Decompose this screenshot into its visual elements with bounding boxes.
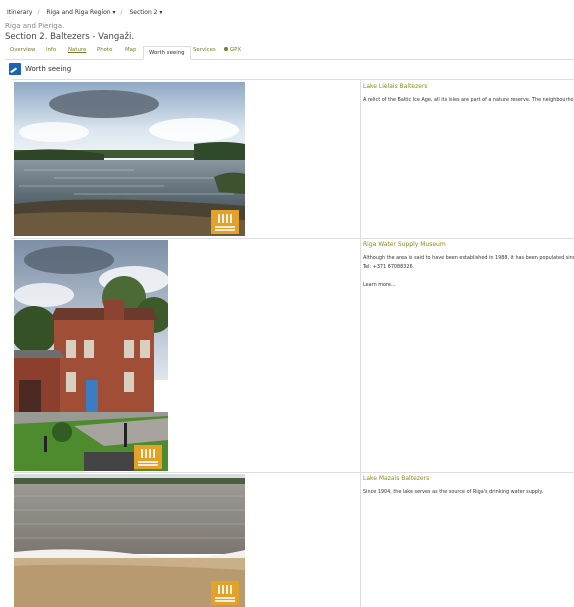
museum-image <box>14 240 168 471</box>
section-header: Worth seeing <box>9 63 574 77</box>
page-title: Section 2. Baltezers - Vangaži. <box>5 32 135 42</box>
lake-photo[interactable] <box>14 82 245 236</box>
brand-badge-icon <box>211 581 239 605</box>
breadcrumb-itinerary[interactable]: Itinerary <box>7 9 32 16</box>
page-subtitle: Riga and Pieriga. <box>5 22 65 30</box>
item-info: Lake Mazais Baltezers Since 1904, the la… <box>363 475 574 497</box>
breadcrumb-region[interactable]: Riga and Riga Region ▾ <box>46 9 115 16</box>
list-item: Lake Mazais Baltezers Since 1904, the la… <box>12 472 574 607</box>
tab-gpx[interactable]: GPX <box>224 47 241 53</box>
tab-bar: Overview Info Nature Photo Map Worth see… <box>5 46 574 60</box>
item-title[interactable]: Riga Water Supply Museum <box>363 241 574 248</box>
tab-info[interactable]: Info <box>46 47 56 53</box>
tab-nature[interactable]: Nature <box>68 47 86 53</box>
item-description: A relict of the Baltic Ice Age, all its … <box>363 97 574 103</box>
tab-worth-seeing[interactable]: Worth seeing <box>143 46 191 60</box>
tab-overview[interactable]: Overview <box>10 47 35 53</box>
item-phone: Tel: +371 67088326. <box>363 264 415 270</box>
tab-map[interactable]: Map <box>125 47 136 53</box>
learn-more-link[interactable]: Learn more... <box>363 281 574 290</box>
attractions-list: Lake Lielais Baltezers A relict of the B… <box>12 79 574 607</box>
section-title: Worth seeing <box>25 65 72 73</box>
item-description: Since 1904, the lake serves as the sourc… <box>363 489 544 495</box>
brand-badge-icon <box>134 445 162 469</box>
item-info: Lake Lielais Baltezers A relict of the B… <box>363 83 574 105</box>
breadcrumb: Itinerary / Riga and Riga Region ▾ / Secti… <box>7 9 163 16</box>
lake-photo[interactable] <box>14 474 245 607</box>
item-title[interactable]: Lake Lielais Baltezers <box>363 83 574 90</box>
list-item: Lake Lielais Baltezers A relict of the B… <box>12 80 574 239</box>
item-title[interactable]: Lake Mazais Baltezers <box>363 475 574 482</box>
brand-badge-icon <box>211 210 239 234</box>
breadcrumb-section[interactable]: Section 2 ▾ <box>129 9 162 16</box>
museum-photo[interactable] <box>14 240 168 471</box>
item-description: Although the area is said to have been e… <box>363 255 574 261</box>
worth-seeing-icon <box>9 63 21 75</box>
list-item: Riga Water Supply Museum Although the ar… <box>12 238 574 473</box>
tab-photo[interactable]: Photo <box>97 47 112 53</box>
gpx-icon <box>224 47 228 51</box>
tab-services[interactable]: Services <box>193 47 216 53</box>
item-info: Riga Water Supply Museum Although the ar… <box>363 241 574 290</box>
